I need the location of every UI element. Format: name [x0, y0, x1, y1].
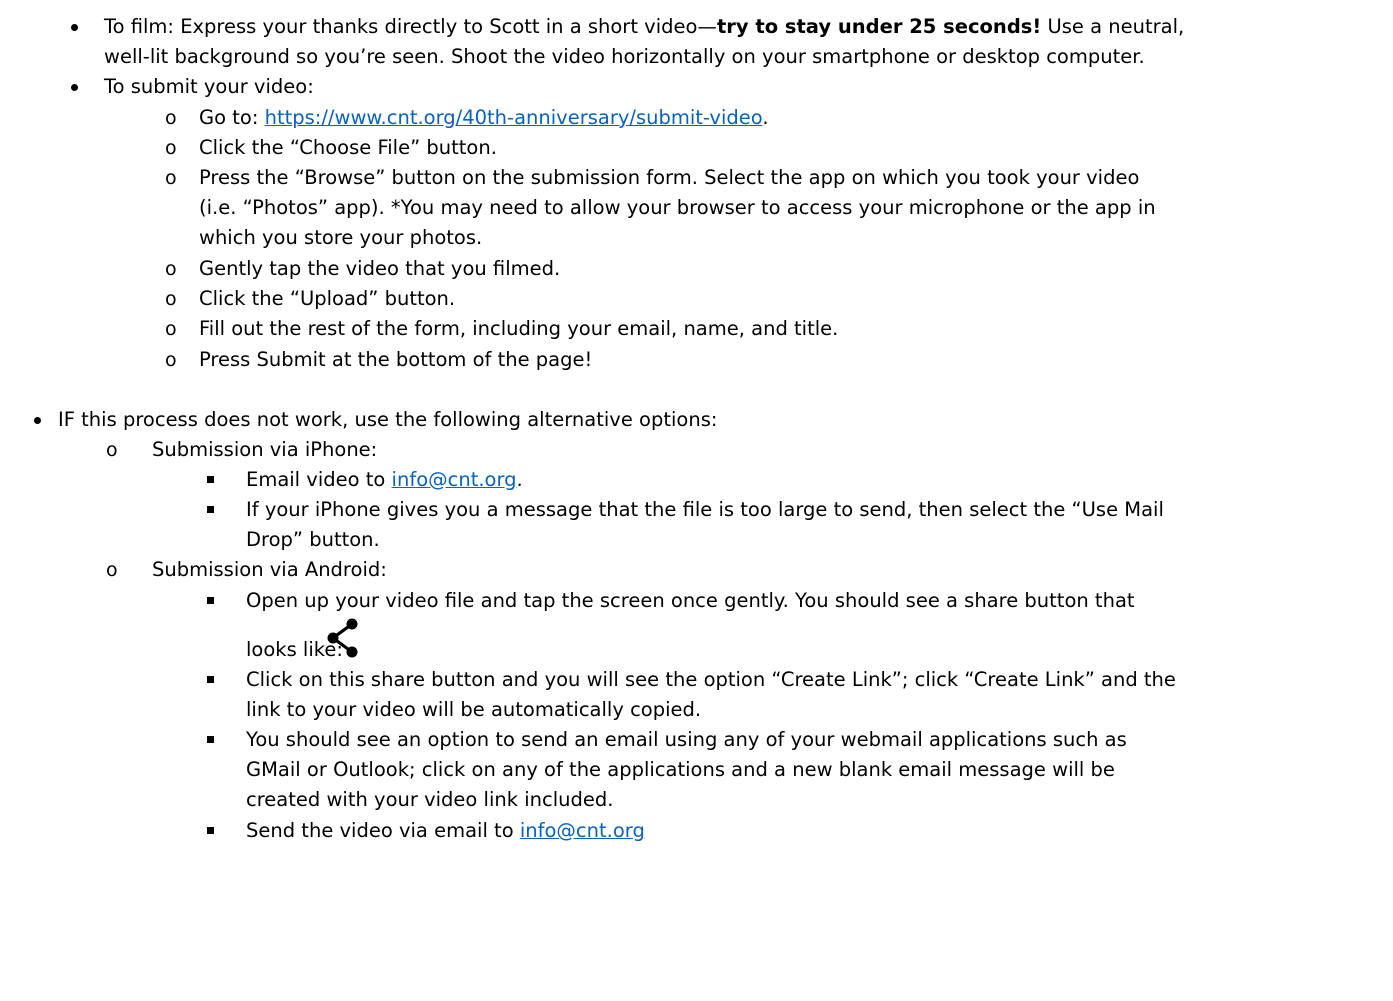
- step1-suffix: .: [762, 106, 769, 129]
- android-item-2-line-1: Click on this share button and you will …: [246, 667, 1176, 693]
- submit-step-6: Fill out the rest of the form, including…: [199, 316, 838, 342]
- square-bullet: [207, 497, 214, 523]
- bullet-dot: [34, 407, 41, 433]
- circle-bullet: o: [106, 559, 118, 581]
- square-bullet: [207, 818, 214, 844]
- square-bullet: [207, 588, 214, 614]
- iphone-item-1: Email video to info@cnt.org.: [246, 467, 523, 493]
- android-item2-text-1: Click on this share button and you will …: [246, 668, 1176, 691]
- square-bullet: [207, 727, 214, 753]
- submit-step-2: Click the “Choose File” button.: [199, 135, 497, 161]
- android-item-1-line-1: Open up your video file and tap the scre…: [246, 588, 1135, 614]
- android-item-3-line-1: You should see an option to send an emai…: [246, 727, 1127, 753]
- submit-heading: To submit your video:: [104, 74, 314, 100]
- iphone-item1-suffix: .: [516, 468, 523, 491]
- circle-bullet: o: [106, 439, 118, 461]
- film-instruction-line-2: well-lit background so you’re seen. Shoo…: [104, 44, 1145, 70]
- android-item3-text-1: You should see an option to send an emai…: [246, 728, 1127, 751]
- film-emphasis: try to stay under 25 seconds!: [716, 15, 1042, 38]
- step1-prefix: Go to:: [199, 106, 265, 129]
- android-item3-text-2: GMail or Outlook; click on any of the ap…: [246, 758, 1115, 781]
- submit-step-3-line-3: which you store your photos.: [199, 225, 482, 251]
- circle-bullet: o: [165, 258, 177, 280]
- circle-bullet: o: [165, 167, 177, 189]
- submit-step-5: Click the “Upload” button.: [199, 286, 455, 312]
- bullet-dot: [71, 74, 78, 100]
- film-text-2: well-lit background so you’re seen. Shoo…: [104, 45, 1145, 68]
- submit-step-4: Gently tap the video that you filmed.: [199, 256, 560, 282]
- circle-bullet: o: [165, 349, 177, 371]
- step3-text-2: (i.e. “Photos” app). *You may need to al…: [199, 196, 1156, 219]
- android-item3-text-3: created with your video link included.: [246, 788, 614, 811]
- step5-text: Click the “Upload” button.: [199, 287, 456, 310]
- step2-text: Click the “Choose File” button.: [199, 136, 497, 159]
- submit-step-7: Press Submit at the bottom of the page!: [199, 347, 592, 373]
- iphone-item-2-line-1: If your iPhone gives you a message that …: [246, 497, 1164, 523]
- submit-video-link[interactable]: https://www.cnt.org/40th-anniversary/sub…: [265, 106, 763, 129]
- android-item-4: Send the video via email to info@cnt.org: [246, 818, 645, 844]
- android-item-3-line-2: GMail or Outlook; click on any of the ap…: [246, 757, 1115, 783]
- android-heading: Submission via Android:: [152, 557, 387, 583]
- step6-text: Fill out the rest of the form, including…: [199, 317, 839, 340]
- film-instruction-line-1: To film: Express your thanks directly to…: [104, 14, 1184, 40]
- square-bullet: [207, 467, 214, 493]
- share-icon: [327, 618, 358, 658]
- android-heading-text: Submission via Android:: [152, 558, 387, 581]
- android-item1-text-1: Open up your video file and tap the scre…: [246, 589, 1135, 612]
- iphone-item-2-line-2: Drop” button.: [246, 527, 380, 553]
- circle-bullet: o: [165, 288, 177, 310]
- info-email-link[interactable]: info@cnt.org: [392, 468, 517, 491]
- step3-text-3: which you store your photos.: [199, 226, 483, 249]
- square-bullet: [207, 667, 214, 693]
- iphone-heading-text: Submission via iPhone:: [152, 438, 378, 461]
- step7-text: Press Submit at the bottom of the page!: [199, 348, 593, 371]
- submit-step-1: Go to: https://www.cnt.org/40th-annivers…: [199, 105, 769, 131]
- submit-step-3-line-1: Press the “Browse” button on the submiss…: [199, 165, 1139, 191]
- android-item2-text-2: link to your video will be automatically…: [246, 698, 702, 721]
- film-text: To film: Express your thanks directly to…: [104, 15, 717, 38]
- bullet-dot: [71, 14, 78, 40]
- submit-step-3-line-2: (i.e. “Photos” app). *You may need to al…: [199, 195, 1156, 221]
- circle-bullet: o: [165, 137, 177, 159]
- android-item-2-line-2: link to your video will be automatically…: [246, 697, 701, 723]
- iphone-item1-prefix: Email video to: [246, 468, 392, 491]
- alternative-heading-text: IF this process does not work, use the f…: [58, 408, 718, 431]
- submit-heading-text: To submit your video:: [104, 75, 314, 98]
- step4-text: Gently tap the video that you filmed.: [199, 257, 561, 280]
- iphone-item2-text-2: Drop” button.: [246, 528, 380, 551]
- android-item-3-line-3: created with your video link included.: [246, 787, 613, 813]
- info-email-link[interactable]: info@cnt.org: [520, 819, 645, 842]
- android-item4-prefix: Send the video via email to: [246, 819, 520, 842]
- iphone-heading: Submission via iPhone:: [152, 437, 377, 463]
- alternative-heading: IF this process does not work, use the f…: [58, 407, 717, 433]
- step3-text-1: Press the “Browse” button on the submiss…: [199, 166, 1140, 189]
- film-text-tail: Use a neutral,: [1041, 15, 1185, 38]
- circle-bullet: o: [165, 318, 177, 340]
- iphone-item2-text-1: If your iPhone gives you a message that …: [246, 498, 1164, 521]
- circle-bullet: o: [165, 107, 177, 129]
